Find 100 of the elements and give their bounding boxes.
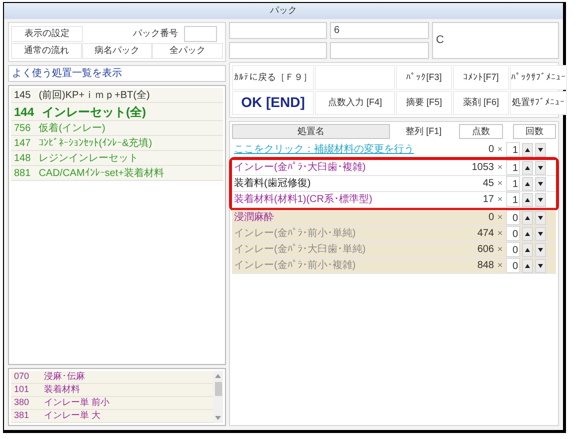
function-button[interactable]: 薬剤 [F6]	[453, 90, 509, 115]
item-name: CAD/CAMｲﾝﾚｰset+装着材料	[38, 166, 164, 180]
decrement-button[interactable]	[535, 226, 546, 240]
pack-mode-button[interactable]: 病名パック	[82, 43, 152, 59]
procedure-name: 浸潤麻酔	[233, 210, 275, 225]
pack-mode-button[interactable]: 全パック	[152, 43, 224, 59]
ok-button[interactable]: OK [END]	[232, 90, 314, 115]
input-field[interactable]: C	[432, 22, 559, 59]
count-field[interactable]: 0	[506, 258, 520, 273]
increment-button[interactable]	[522, 210, 533, 224]
increment-button[interactable]	[522, 176, 533, 190]
input-field[interactable]	[229, 42, 327, 59]
count-field[interactable]: 0	[506, 226, 520, 241]
count-field[interactable]: 1	[506, 160, 520, 175]
pack-mode-button[interactable]: 通常の流れ	[11, 43, 82, 59]
times-sign: ×	[496, 210, 504, 224]
times-sign: ×	[496, 160, 504, 174]
points-value: 0	[487, 211, 494, 225]
procedure-name: インレー(金ﾊﾟﾗ･前小･単純)	[233, 226, 357, 241]
decrement-button[interactable]	[535, 258, 546, 272]
function-button[interactable]: ｺﾒﾝﾄ[F7]	[453, 65, 509, 90]
item-name: 仮着(インレー)	[38, 122, 106, 136]
sort-button[interactable]: 整列 [F1]	[392, 124, 455, 138]
item-name: (前回)KP+ｉｍｐ+BT(全)	[38, 88, 150, 102]
increment-button[interactable]	[522, 192, 533, 206]
increment-button[interactable]	[522, 242, 533, 256]
count-field[interactable]: 1	[506, 142, 520, 157]
item-code: 101	[14, 383, 30, 396]
times-sign: ×	[496, 192, 504, 206]
points-value: 1053	[470, 161, 494, 175]
item-name: インレー単 大	[44, 409, 101, 422]
times-sign: ×	[496, 242, 504, 256]
points-value: 848	[476, 259, 494, 273]
item-name: インレーセット(全)	[42, 104, 146, 120]
column-header[interactable]: 回数	[512, 124, 556, 139]
times-sign: ×	[496, 258, 504, 272]
times-sign: ×	[496, 176, 504, 190]
up-triangle-icon	[525, 148, 530, 152]
function-button[interactable]: 処置ｻﾌﾞﾒﾆｭｰ	[510, 90, 567, 115]
procedure-name: インレー(金ﾊﾟﾗ･大臼歯･複雑)	[233, 160, 367, 175]
count-field[interactable]: 1	[506, 176, 520, 191]
decrement-button[interactable]	[535, 160, 546, 174]
input-field[interactable]	[330, 42, 429, 59]
count-field[interactable]: 1	[506, 192, 520, 207]
procedure-name: 装着材料(材料1)(CR系･標準型)	[233, 192, 374, 207]
points-value: 0	[487, 143, 494, 157]
increment-button[interactable]	[522, 258, 533, 272]
up-triangle-icon	[525, 166, 530, 170]
list-item[interactable]: 145 (前回)KP+ｉｍｐ+BT(全)	[11, 88, 223, 103]
settings-button[interactable]: 表示の設定	[11, 26, 83, 42]
decrement-button[interactable]	[535, 192, 546, 206]
input-field[interactable]	[229, 22, 327, 39]
item-name: ｺﾝﾋﾞﾈｰｼｮﾝｾｯﾄ(ｲﾝﾚｰ&充填)	[38, 136, 152, 150]
input-field[interactable]: 6	[330, 22, 429, 39]
down-triangle-icon	[538, 182, 543, 186]
item-name: 装着材料	[44, 383, 80, 396]
item-code: 881	[14, 166, 31, 180]
item-code: 147	[14, 136, 31, 150]
pack-number-label: パック番号	[133, 26, 178, 40]
column-header[interactable]: 処置名	[232, 124, 390, 139]
function-button[interactable]: 摘要 [F5]	[396, 90, 452, 115]
column-header[interactable]: 点数	[458, 124, 503, 139]
increment-button[interactable]	[522, 160, 533, 174]
item-code: 380	[14, 396, 30, 410]
increment-button[interactable]	[522, 226, 533, 240]
frequent-list-header[interactable]: よく使う処置一覧を表示	[8, 65, 226, 82]
item-name: 浸麻･伝麻	[44, 370, 85, 384]
decrement-button[interactable]	[535, 176, 546, 190]
list-item[interactable]: 101 装着材料	[11, 384, 213, 397]
function-button[interactable]: ﾊﾟｯｸｻﾌﾞﾒﾆｭｰ	[510, 65, 567, 90]
item-code: 381	[14, 409, 30, 422]
item-code: 148	[14, 152, 31, 166]
procedure-name: インレー(金ﾊﾟﾗ･大臼歯･単純)	[233, 242, 367, 257]
item-code: 145	[14, 88, 31, 102]
decrement-button[interactable]	[535, 210, 546, 224]
up-triangle-icon	[525, 182, 530, 186]
decrement-button[interactable]	[535, 142, 546, 156]
down-triangle-icon	[538, 216, 543, 220]
function-button[interactable]: ﾊﾟｯｸ[F3]	[396, 65, 452, 90]
decrement-button[interactable]	[535, 242, 546, 256]
down-triangle-icon	[538, 264, 543, 268]
count-field[interactable]: 0	[506, 242, 520, 257]
function-button[interactable]: ｶﾙﾃに戻る［Ｆ９］	[232, 65, 314, 90]
function-button[interactable]: 点数入力 [F4]	[315, 90, 395, 115]
points-value: 474	[476, 227, 494, 241]
up-triangle-icon	[525, 216, 530, 220]
increment-button[interactable]	[522, 142, 533, 156]
pack-number-field[interactable]	[184, 26, 217, 42]
list-item[interactable]: 380 インレー単 前小	[11, 397, 213, 410]
item-code: 070	[14, 370, 30, 384]
item-code: 144	[14, 104, 34, 120]
points-value: 17	[482, 193, 494, 207]
scrollbar[interactable]	[213, 371, 223, 423]
scrollbar-thumb[interactable]	[214, 382, 222, 396]
list-item[interactable]: 144 インレーセット(全)	[11, 103, 223, 121]
list-item[interactable]: 381 インレー単 大	[11, 410, 213, 423]
count-field[interactable]: 0	[506, 210, 520, 225]
times-sign: ×	[496, 226, 504, 240]
points-value: 45	[482, 177, 494, 191]
list-item[interactable]: 070 浸麻･伝麻	[11, 371, 213, 384]
